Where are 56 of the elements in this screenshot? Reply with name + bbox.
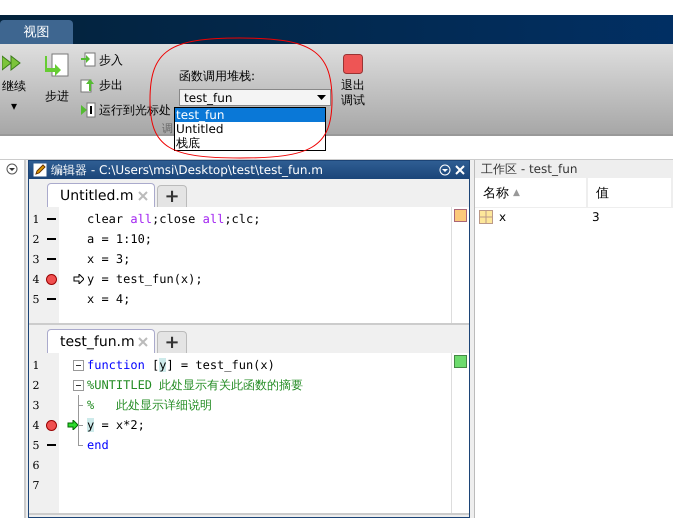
toolbar-button[interactable]: 步入 [80, 50, 171, 70]
code-line: y = test_fun(x); [87, 272, 203, 286]
line-number: 3 [32, 398, 40, 412]
line-number: 6 [32, 458, 40, 472]
line-number: 2 [32, 232, 40, 246]
code-line: % 此处显示详细说明 [87, 396, 212, 414]
file-tab[interactable]: Untitled.m [47, 183, 155, 207]
dropdown-option[interactable]: test_fun [175, 108, 325, 122]
menu-tab[interactable]: 视图 [0, 20, 73, 44]
group-label: 调 [162, 121, 173, 136]
breakpoint-icon[interactable] [46, 274, 56, 284]
line-number: 4 [32, 418, 40, 432]
code-line: x = 3; [87, 252, 130, 266]
file-tab[interactable]: test_fun.m [47, 329, 155, 353]
column-header[interactable]: 名称 ▲ [475, 178, 588, 207]
fold-icon[interactable] [73, 380, 84, 390]
line-number: 4 [32, 272, 40, 286]
tab-title: Untitled.m [60, 188, 134, 204]
fold-icon[interactable] [73, 360, 84, 370]
caret-icon[interactable]: ▾ [10, 99, 18, 113]
line-number: 1 [32, 212, 40, 226]
panel-menu-icon[interactable] [6, 163, 18, 175]
code-line: function [y] = test_fun(x) [87, 358, 275, 372]
line-number: 5 [32, 438, 40, 452]
column-header[interactable]: 值 [588, 178, 673, 207]
code-line: a = 1:10; [87, 232, 152, 246]
toolbar-button[interactable]: 步出 [80, 75, 171, 95]
sort-icon: ▲ [513, 188, 520, 198]
line-number: 3 [32, 252, 40, 266]
variable-icon [479, 210, 493, 224]
step-icon[interactable] [44, 52, 70, 78]
line-number: 5 [32, 292, 40, 306]
step-button[interactable]: 步进 [45, 88, 69, 105]
code-line: clear all;close all;clc; [87, 212, 260, 226]
stop-icon[interactable] [343, 54, 363, 74]
caret-icon [317, 95, 326, 100]
breakpoint-icon[interactable] [46, 420, 56, 430]
new-tab-button[interactable]: + [157, 185, 187, 207]
code-line: %UNTITLED 此处显示有关此函数的摘要 [87, 376, 304, 394]
exit-debug-label[interactable]: 退出调试 [341, 78, 365, 108]
table-cell: x [499, 210, 506, 224]
workspace-title: 工作区 - test_fun [475, 160, 673, 178]
code-line: x = 4; [87, 292, 130, 306]
tab-title: test_fun.m [60, 334, 135, 350]
pencil-icon [33, 163, 47, 177]
code-line: y = x*2; [87, 418, 145, 432]
line-number: 1 [32, 358, 40, 372]
line-number: 2 [32, 378, 40, 392]
call-stack-dropdown[interactable]: test_fun [179, 89, 331, 106]
line-number: 7 [32, 478, 40, 492]
editor-title: 编辑器 - C:\Users\msi\Desktop\test\test_fun.m [51, 162, 324, 178]
new-tab-button[interactable]: + [157, 331, 187, 353]
code-line: end [87, 438, 109, 452]
table-cell: 3 [592, 210, 600, 224]
call-stack-label: 函数调用堆栈: [179, 68, 256, 85]
continue-label[interactable]: 继续 [2, 78, 26, 95]
